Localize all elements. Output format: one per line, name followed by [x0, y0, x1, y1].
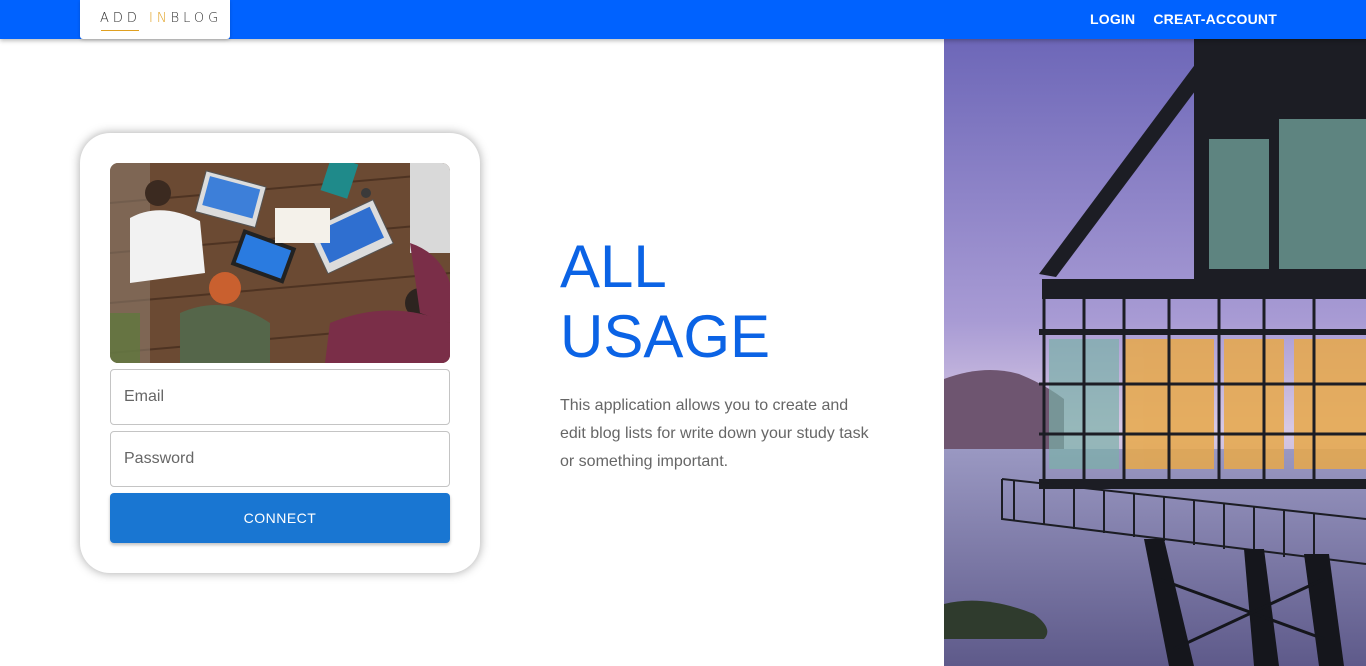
email-field[interactable] [110, 369, 450, 425]
top-navbar: ADD INBLOG LOGIN CREAT-ACCOUNT [0, 0, 1366, 39]
logo-text: ADD INBLOG [100, 11, 222, 26]
team-meeting-image [110, 163, 450, 363]
hero-title: ALL USAGE [560, 232, 770, 372]
logo-text-add: ADD [100, 11, 150, 26]
logo-text-in: IN [149, 11, 171, 26]
hero-title-line2: USAGE [560, 303, 771, 370]
login-card: CONNECT [80, 133, 480, 573]
create-account-link[interactable]: CREAT-ACCOUNT [1153, 11, 1277, 27]
nav-links: LOGIN CREAT-ACCOUNT [1090, 11, 1277, 27]
password-field[interactable] [110, 431, 450, 487]
hero-title-line1: ALL [560, 233, 667, 300]
logo-underline [101, 30, 139, 31]
login-link[interactable]: LOGIN [1090, 11, 1135, 27]
logo-text-blog: BLOG [170, 11, 223, 26]
hero-description: This application allows you to create an… [560, 397, 869, 470]
restaurant-tower-image [944, 39, 1366, 666]
connect-button[interactable]: CONNECT [110, 493, 450, 543]
logo[interactable]: ADD INBLOG [80, 0, 230, 39]
